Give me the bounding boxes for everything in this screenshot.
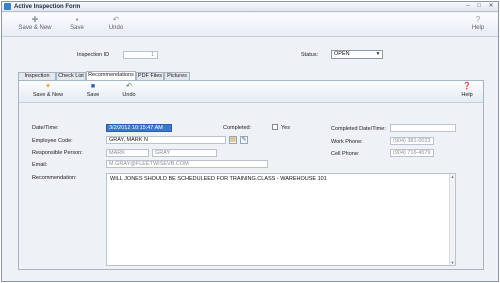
responsible-person-label: Responsible Person: bbox=[32, 150, 83, 156]
undo-button[interactable]: ↶ Undo bbox=[104, 15, 128, 35]
datetime-label: Date/Time: bbox=[32, 125, 59, 131]
save-new-button[interactable]: ✚ Save & New bbox=[18, 15, 52, 35]
inspection-id-field[interactable]: 1 bbox=[123, 51, 158, 59]
inspection-id-label: Inspection ID bbox=[77, 52, 110, 58]
recommendation-label: Recommendation: bbox=[32, 175, 77, 181]
main-toolbar: ✚ Save & New ▪ Save ↶ Undo ? Help bbox=[2, 13, 498, 37]
status-select[interactable]: OPEN ▼ bbox=[331, 50, 383, 59]
responsible-last-field[interactable]: GRAY bbox=[152, 149, 217, 157]
rec-undo-button[interactable]: ↶ Undo bbox=[119, 83, 139, 101]
rec-save-new-button[interactable]: ✦ Save & New bbox=[31, 83, 65, 101]
inspection-form-window: Active Inspection Form – □ ✕ ✚ Save & Ne… bbox=[1, 1, 499, 282]
chevron-down-icon: ▼ bbox=[375, 51, 381, 57]
work-phone-label: Work Phone: bbox=[331, 139, 363, 145]
recommendation-text: WILL JONES SHOULD BE SCHEDULEED FOR TRAI… bbox=[110, 176, 327, 182]
undo-icon: ↶ bbox=[126, 83, 132, 90]
completed-datetime-label: Completed Date/Time: bbox=[331, 126, 386, 132]
close-button[interactable]: ✕ bbox=[487, 3, 495, 10]
minimize-button[interactable]: – bbox=[464, 3, 472, 10]
save-new-icon: ✚ bbox=[31, 15, 39, 24]
title-bar: Active Inspection Form – □ ✕ bbox=[2, 2, 498, 12]
help-icon: ? bbox=[475, 15, 481, 24]
employee-code-label: Employee Code: bbox=[32, 138, 73, 144]
employee-code-field[interactable]: GRAY, MARK N bbox=[106, 136, 226, 144]
completed-label: Completed: bbox=[223, 125, 252, 131]
maximize-button[interactable]: □ bbox=[475, 3, 483, 10]
save-icon: ■ bbox=[90, 83, 96, 90]
edit-icon[interactable]: ✎ bbox=[240, 136, 248, 144]
status-value: OPEN bbox=[334, 51, 350, 57]
help-icon: ❓ bbox=[462, 83, 472, 90]
status-label: Status: bbox=[301, 52, 319, 58]
vertical-scrollbar[interactable]: ▲ ▼ bbox=[449, 174, 455, 265]
undo-icon: ↶ bbox=[112, 15, 120, 24]
datetime-field[interactable]: 3/2/2012 10:15:47 AM bbox=[106, 124, 172, 132]
recommendation-textarea[interactable]: WILL JONES SHOULD BE SCHEDULEED FOR TRAI… bbox=[106, 173, 456, 266]
rec-help-button[interactable]: ❓ Help bbox=[457, 83, 477, 101]
save-icon: ▪ bbox=[75, 15, 79, 24]
completed-datetime-field[interactable] bbox=[390, 124, 456, 132]
scroll-up-icon[interactable]: ▲ bbox=[450, 174, 455, 179]
folder-icon[interactable]: ▤ bbox=[229, 136, 237, 144]
completed-yes-label: Yes bbox=[281, 125, 290, 131]
work-phone-field[interactable]: (904) 381-0023 bbox=[390, 137, 434, 145]
save-button[interactable]: ▪ Save bbox=[66, 15, 88, 35]
app-icon bbox=[4, 3, 11, 10]
recommendations-toolbar: ✦ Save & New ■ Save ↶ Undo ❓ Help bbox=[19, 81, 483, 103]
cell-phone-field[interactable]: (904) 716-4579 bbox=[390, 149, 434, 157]
window-title: Active Inspection Form bbox=[14, 4, 81, 10]
scroll-down-icon[interactable]: ▼ bbox=[450, 260, 455, 265]
completed-checkbox[interactable] bbox=[272, 124, 278, 130]
help-button[interactable]: ? Help bbox=[467, 15, 489, 35]
email-label: Email: bbox=[32, 162, 48, 168]
save-new-icon: ✦ bbox=[45, 83, 51, 90]
recommendations-panel: ✦ Save & New ■ Save ↶ Undo ❓ Help Date/T… bbox=[18, 80, 484, 270]
responsible-first-field[interactable]: MARK bbox=[106, 149, 149, 157]
cell-phone-label: Cell Phone: bbox=[331, 151, 360, 157]
email-field[interactable]: M.GRAY@FLEETWISEVB.COM bbox=[106, 160, 268, 168]
rec-save-button[interactable]: ■ Save bbox=[83, 83, 103, 101]
